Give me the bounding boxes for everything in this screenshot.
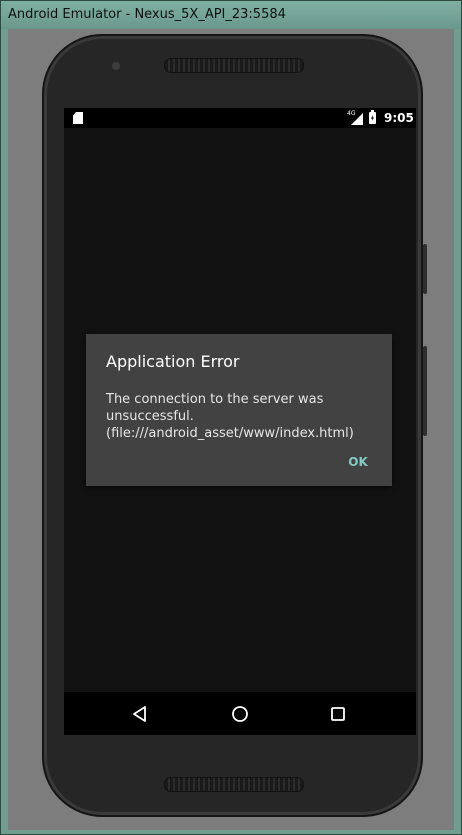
- network-type: 4G: [347, 110, 356, 117]
- emulator-window: Android Emulator - Nexus_5X_API_23:5584 …: [0, 0, 462, 835]
- bottom-speaker: [164, 777, 304, 792]
- ok-button[interactable]: OK: [338, 448, 378, 476]
- power-button[interactable]: [423, 244, 427, 294]
- status-time: 9:05: [384, 111, 414, 125]
- volume-button[interactable]: [423, 346, 427, 436]
- dialog-title: Application Error: [106, 352, 240, 371]
- top-speaker: [164, 58, 304, 73]
- dialog-message: The connection to the server was unsucce…: [106, 392, 354, 441]
- device-frame: 4G 9:05 Application Error The connection…: [42, 34, 427, 817]
- recents-button[interactable]: [324, 700, 352, 728]
- home-icon: [232, 706, 248, 722]
- back-button[interactable]: [126, 700, 154, 728]
- status-bar: 4G 9:05: [64, 108, 416, 128]
- front-camera: [112, 62, 120, 70]
- error-dialog: Application Error The connection to the …: [86, 334, 392, 486]
- window-titlebar[interactable]: Android Emulator - Nexus_5X_API_23:5584: [1, 1, 461, 29]
- device-screen: 4G 9:05 Application Error The connection…: [64, 108, 416, 735]
- window-title: Android Emulator - Nexus_5X_API_23:5584: [8, 7, 286, 22]
- home-button[interactable]: [226, 700, 254, 728]
- battery-charging-icon: [369, 110, 376, 124]
- sd-card-icon: [73, 112, 83, 124]
- recents-icon: [331, 707, 345, 721]
- emulator-client-area: 4G 9:05 Application Error The connection…: [8, 29, 454, 830]
- back-icon: [133, 706, 146, 722]
- navigation-bar: [64, 692, 416, 735]
